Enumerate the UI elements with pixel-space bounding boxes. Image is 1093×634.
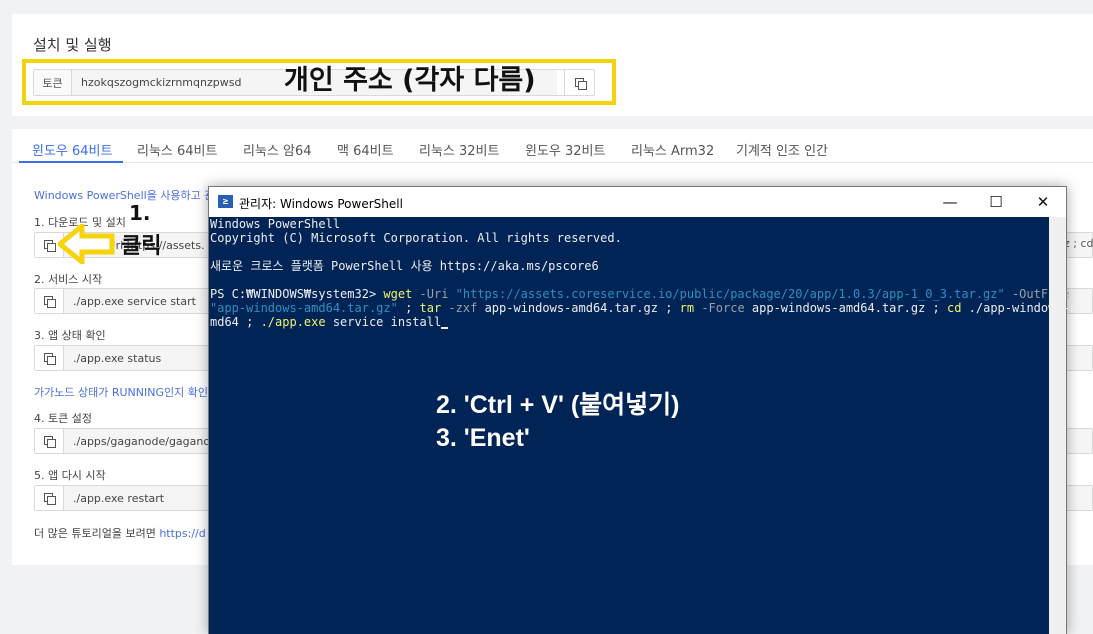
- step-label: 4. 토큰 설정: [34, 412, 92, 425]
- tab-linux-64[interactable]: 리눅스 64비트: [137, 140, 217, 159]
- command-text: ./app.exe status: [73, 351, 162, 365]
- powershell-icon: ≥: [218, 195, 233, 208]
- prompt: PS C:₩WINDOWS₩system32>: [210, 287, 384, 301]
- step3-annotation: 3. 'Enet': [436, 424, 530, 452]
- cmd-rm: rm: [679, 301, 695, 315]
- copy-icon: [44, 353, 56, 365]
- cmd-param: -zxf: [441, 301, 485, 315]
- more-tutorials: 더 많은 튜토리얼을 보려면 https://d: [34, 525, 206, 541]
- copy-button[interactable]: [35, 346, 64, 370]
- tab-windows-32[interactable]: 윈도우 32비트: [525, 140, 605, 159]
- copy-button[interactable]: [35, 429, 64, 453]
- step2-annotation: 2. 'Ctrl + V' (붙여넣기): [436, 391, 680, 419]
- maximize-button[interactable]: ☐: [973, 190, 1019, 214]
- cmd-url: "https://assets.coreservice.io/public/pa…: [455, 287, 1005, 301]
- step1-click-annotation: 클릭: [121, 234, 162, 259]
- step-label: 3. 앱 상태 확인: [34, 329, 106, 342]
- console-command-line: "app-windows-amd64.tar.gz" ; tar -zxf ap…: [210, 301, 1077, 315]
- cmd-arg: service install: [325, 315, 442, 329]
- tab-windows-64[interactable]: 윈도우 64비트: [32, 140, 112, 159]
- step-label: 2. 서비스 시작: [34, 273, 103, 286]
- console-command-line: md64 ; ./app.exe service install: [210, 315, 449, 329]
- copy-icon: [44, 240, 56, 252]
- tab-android[interactable]: 기계적 인조 인간: [736, 140, 828, 159]
- console-scrollbar[interactable]: [1049, 217, 1066, 634]
- cmd-exe: ./app.exe: [260, 315, 326, 329]
- cmd-string: "app-windows-amd64.tar.gz": [210, 301, 398, 315]
- copy-icon: [44, 296, 56, 308]
- cmd-arg: md64 ;: [210, 315, 261, 329]
- console-line: Copyright (C) Microsoft Corporation. All…: [210, 231, 622, 245]
- powershell-titlebar[interactable]: ≥ 관리자: Windows PowerShell — ☐ ✕: [209, 187, 1066, 217]
- step-label: 5. 앱 다시 시작: [34, 469, 106, 482]
- copy-button[interactable]: [35, 289, 64, 313]
- active-tab-indicator: [19, 161, 123, 163]
- cmd-cd: cd: [946, 301, 962, 315]
- tab-linux-arm32[interactable]: 리눅스 Arm32: [631, 140, 714, 159]
- cmd-sep: ;: [397, 301, 420, 315]
- cmd-param: -Force: [694, 301, 752, 315]
- cmd-sep: ;: [925, 301, 947, 315]
- step1-number-annotation: 1.: [129, 201, 151, 225]
- platform-tabs: 윈도우 64비트 리눅스 64비트 리눅스 암64 맥 64비트 리눅스 32비…: [12, 129, 1093, 163]
- cmd-wget: wget: [383, 287, 413, 301]
- arrow-left-icon: [58, 224, 115, 264]
- text-cursor: [441, 327, 449, 329]
- console-line: Windows PowerShell: [210, 217, 341, 231]
- copy-icon: [44, 493, 56, 505]
- cmd-sep: ;: [657, 301, 680, 315]
- minimize-button[interactable]: —: [927, 190, 973, 214]
- cmd-tar: tar: [419, 301, 442, 315]
- more-tutorials-text: 더 많은 튜토리얼을 보려면: [34, 527, 160, 540]
- copy-icon: [44, 436, 56, 448]
- cmd-arg: app-windows-amd64.tar.gz: [484, 301, 658, 315]
- token-annotation: 개인 주소 (각자 다름): [284, 65, 536, 96]
- page-title: 설치 및 실행: [33, 36, 112, 54]
- tab-mac-64[interactable]: 맥 64비트: [337, 140, 394, 159]
- more-tutorials-link[interactable]: https://d: [159, 527, 205, 540]
- command-text: ./app.exe service start: [73, 294, 196, 308]
- tab-linux-arm64[interactable]: 리눅스 암64: [243, 140, 312, 159]
- close-button[interactable]: ✕: [1020, 190, 1066, 214]
- cmd-arg: app-windows-amd64.tar.gz: [751, 301, 926, 315]
- command-text: ./app.exe restart: [73, 491, 165, 505]
- console-line: 새로운 크로스 플랫폼 PowerShell 사용 https://aka.ms…: [210, 259, 599, 273]
- command-text: ./apps/gaganode/gaganode: [73, 434, 224, 448]
- powershell-console[interactable]: Windows PowerShell Copyright (C) Microso…: [209, 217, 1077, 634]
- console-command-line: PS C:₩WINDOWS₩system32> wget -Uri "https…: [210, 287, 1070, 301]
- cmd-param: -Uri: [412, 287, 456, 301]
- guide-intro-link[interactable]: Windows PowerShell을 사용하고 관: [34, 187, 214, 203]
- window-title: 관리자: Windows PowerShell: [239, 197, 403, 211]
- copy-button[interactable]: [35, 486, 64, 510]
- status-check-link[interactable]: 가가노드 상태가 RUNNING인지 확인: [34, 384, 208, 400]
- tab-linux-32[interactable]: 리눅스 32비트: [419, 140, 499, 159]
